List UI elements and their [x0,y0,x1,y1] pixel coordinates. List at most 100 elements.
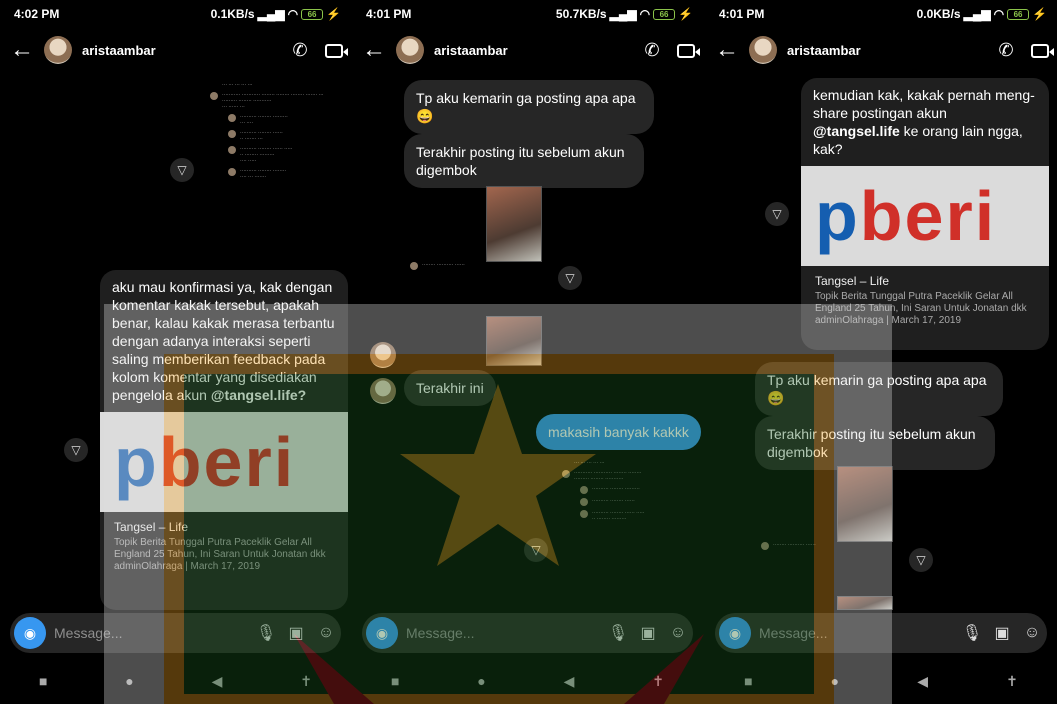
link-subtitle: Topik Berita Tunggal Putra Paceklik Gela… [815,291,1027,326]
message-text: aku mau konfirmasi ya, kak dengan koment… [112,279,335,403]
link-subtitle: Topik Berita Tunggal Putra Paceklik Gela… [114,537,326,572]
shared-post-caption: ········ ·········· ······ [761,542,911,554]
status-time: 4:01 PM [719,7,765,21]
shared-link-card[interactable]: kemudian kak, kakak pernah meng-share po… [801,78,1049,350]
chat-header: ← aristaambar ✆ [352,28,703,72]
username[interactable]: aristaambar [787,43,989,58]
shared-post-thumbnail[interactable] [837,466,893,542]
forward-icon[interactable]: ▽ [765,202,789,226]
signal-icon: ▂▄▆ [609,7,637,21]
sent-message-bubble[interactable]: makasih banyak kakkk [536,414,701,450]
charging-icon: ⚡ [1032,7,1047,21]
back-icon[interactable]: ◀ [564,673,575,690]
recents-icon[interactable]: ■ [391,673,399,689]
mention-link[interactable]: @tangsel.life? [211,387,306,403]
shared-post-caption: ········ ·········· ······ [410,262,560,274]
battery-icon: 66 [301,8,324,20]
home-icon[interactable]: ● [477,673,485,689]
message-composer: ◉ Message... 🎙 ▣ ☺ [362,613,693,653]
wifi-icon: ◠ [639,7,651,21]
message-bubble[interactable]: Terakhir ini [404,370,496,406]
home-icon[interactable]: ● [831,673,839,689]
phone-icon[interactable]: ✆ [635,40,669,61]
accessibility-icon[interactable]: ✝ [652,673,664,690]
accessibility-icon[interactable]: ✝ [1006,673,1018,690]
message-bubble[interactable]: Tp aku kemarin ga posting apa apa 😄 [404,80,654,134]
username[interactable]: aristaambar [434,43,635,58]
system-nav-bar: ■ ● ◀ ✝ [0,658,351,704]
avatar[interactable] [396,36,424,64]
camera-icon[interactable]: ◉ [366,617,398,649]
recents-icon[interactable]: ■ [744,673,752,689]
link-title: Tangsel – Life [815,274,890,288]
signal-icon: ▂▄▆ [257,7,285,21]
battery-icon: 66 [653,8,676,20]
sticker-icon[interactable]: ☺ [1017,624,1047,642]
forward-icon[interactable]: ▽ [170,158,194,182]
camera-icon[interactable]: ◉ [719,617,751,649]
system-nav-bar: ■ ● ◀ ✝ [352,658,703,704]
back-icon[interactable]: ◀ [917,673,928,690]
sticker-icon[interactable]: ☺ [311,624,341,642]
avatar[interactable] [44,36,72,64]
camera-icon[interactable]: ◉ [14,617,46,649]
status-time: 4:01 PM [366,7,412,21]
forward-icon[interactable]: ▽ [558,266,582,290]
shared-post-thumbnail[interactable]: ··· ··· ··· ··· ··· ··········· ········… [210,82,340,257]
video-call-icon[interactable] [317,40,351,61]
video-call-icon[interactable] [1023,40,1057,61]
message-input[interactable]: Message... [46,625,251,641]
message-composer: ◉ Message... 🎙 ▣ ☺ [715,613,1047,653]
recents-icon[interactable]: ■ [39,673,47,689]
forward-icon[interactable]: ▽ [909,548,933,572]
network-speed: 0.0KB/s [916,7,961,21]
back-arrow-icon[interactable]: ← [352,28,396,72]
message-bubble[interactable]: Terakhir posting itu sebelum akun digemb… [755,416,995,470]
chat-screen-3: 4:01 PM 0.0KB/s ▂▄▆ ◠ 66 ⚡ ← aristaambar… [705,0,1057,704]
avatar[interactable] [749,36,777,64]
sticker-icon[interactable]: ☺ [663,624,693,642]
charging-icon: ⚡ [326,7,341,21]
link-preview-logo: pberi [801,166,1049,266]
link-title: Tangsel – Life [114,520,189,534]
message-input[interactable]: Message... [751,625,957,641]
username[interactable]: aristaambar [82,43,283,58]
accessibility-icon[interactable]: ✝ [300,673,312,690]
battery-icon: 66 [1007,8,1030,20]
video-call-icon[interactable] [669,40,703,61]
status-bar: 4:01 PM 50.7KB/s ▂▄▆ ◠ 66 ⚡ [352,0,703,28]
message-composer: ◉ Message... 🎙 ▣ ☺ [10,613,341,653]
shared-post-thumbnail[interactable] [486,316,542,366]
microphone-icon[interactable]: 🎙 [251,623,281,643]
microphone-icon[interactable]: 🎙 [603,623,633,643]
back-arrow-icon[interactable]: ← [0,28,44,72]
status-bar: 4:02 PM 0.1KB/s ▂▄▆ ◠ 66 ⚡ [0,0,351,28]
avatar[interactable] [370,378,396,404]
back-arrow-icon[interactable]: ← [705,28,749,72]
system-nav-bar: ■ ● ◀ ✝ [705,658,1057,704]
gallery-icon[interactable]: ▣ [987,623,1017,643]
shared-post-thumbnail[interactable] [837,596,893,610]
message-text: kemudian kak, kakak pernah meng-share po… [813,87,1035,157]
shared-link-card[interactable]: aku mau konfirmasi ya, kak dengan koment… [100,270,348,610]
gallery-icon[interactable]: ▣ [633,623,663,643]
wifi-icon: ◠ [287,7,299,21]
charging-icon: ⚡ [678,7,693,21]
forward-icon[interactable]: ▽ [524,538,548,562]
message-input[interactable]: Message... [398,625,603,641]
gallery-icon[interactable]: ▣ [281,623,311,643]
message-bubble[interactable]: Terakhir posting itu sebelum akun digemb… [404,134,644,188]
forward-icon[interactable]: ▽ [64,438,88,462]
home-icon[interactable]: ● [125,673,133,689]
phone-icon[interactable]: ✆ [283,40,317,61]
shared-post-thumbnail[interactable] [486,186,542,262]
chat-header: ← aristaambar ✆ [0,28,351,72]
phone-icon[interactable]: ✆ [989,40,1023,61]
message-bubble[interactable]: Tp aku kemarin ga posting apa apa 😄 [755,362,1003,416]
back-icon[interactable]: ◀ [212,673,223,690]
link-preview-logo: pberi [100,412,348,512]
avatar[interactable] [370,342,396,368]
microphone-icon[interactable]: 🎙 [957,623,987,643]
shared-post-thumbnail[interactable]: ··· ··· ··· ··· ··· ··········· ········… [562,460,692,610]
mention-link[interactable]: @tangsel.life [813,123,900,139]
